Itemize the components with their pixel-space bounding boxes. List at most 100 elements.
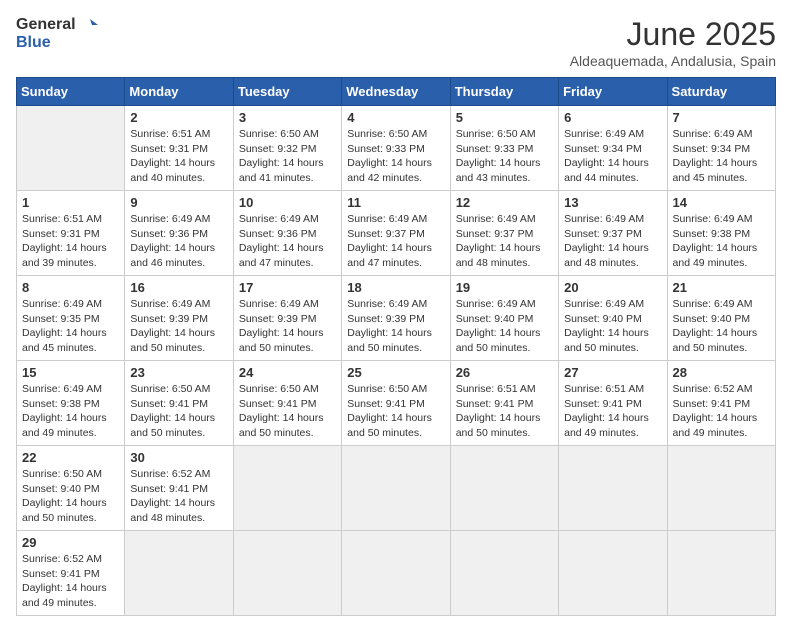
table-row: 26 Sunrise: 6:51 AMSunset: 9:41 PMDaylig… <box>450 361 558 446</box>
day-info: Sunrise: 6:51 AMSunset: 9:31 PMDaylight:… <box>130 128 215 184</box>
day-number: 27 <box>564 365 661 380</box>
table-row: 15 Sunrise: 6:49 AMSunset: 9:38 PMDaylig… <box>17 361 125 446</box>
day-info: Sunrise: 6:50 AMSunset: 9:41 PMDaylight:… <box>130 383 215 439</box>
logo-text: General Blue <box>16 16 98 51</box>
table-row: 16 Sunrise: 6:49 AMSunset: 9:39 PMDaylig… <box>125 276 233 361</box>
col-monday: Monday <box>125 78 233 106</box>
day-number: 30 <box>130 450 227 465</box>
table-row: 1 Sunrise: 6:51 AMSunset: 9:31 PMDayligh… <box>17 191 125 276</box>
table-row <box>17 106 125 191</box>
table-row: 27 Sunrise: 6:51 AMSunset: 9:41 PMDaylig… <box>559 361 667 446</box>
day-number: 16 <box>130 280 227 295</box>
day-number: 23 <box>130 365 227 380</box>
title-area: June 2025 Aldeaquemada, Andalusia, Spain <box>570 16 776 69</box>
day-info: Sunrise: 6:52 AMSunset: 9:41 PMDaylight:… <box>130 468 215 524</box>
day-number: 15 <box>22 365 119 380</box>
col-sunday: Sunday <box>17 78 125 106</box>
day-info: Sunrise: 6:52 AMSunset: 9:41 PMDaylight:… <box>673 383 758 439</box>
table-row <box>233 446 341 531</box>
day-number: 9 <box>130 195 227 210</box>
table-row <box>667 446 775 531</box>
day-info: Sunrise: 6:50 AMSunset: 9:33 PMDaylight:… <box>456 128 541 184</box>
logo-general: General <box>16 16 76 33</box>
day-info: Sunrise: 6:50 AMSunset: 9:41 PMDaylight:… <box>239 383 324 439</box>
day-number: 20 <box>564 280 661 295</box>
day-info: Sunrise: 6:49 AMSunset: 9:40 PMDaylight:… <box>564 298 649 354</box>
day-number: 22 <box>22 450 119 465</box>
calendar-subtitle: Aldeaquemada, Andalusia, Spain <box>570 53 776 69</box>
table-row: 28 Sunrise: 6:52 AMSunset: 9:41 PMDaylig… <box>667 361 775 446</box>
calendar-week-row: 22 Sunrise: 6:50 AMSunset: 9:40 PMDaylig… <box>17 446 776 531</box>
logo-bird-icon <box>82 17 98 33</box>
calendar-table: Sunday Monday Tuesday Wednesday Thursday… <box>16 77 776 616</box>
table-row: 23 Sunrise: 6:50 AMSunset: 9:41 PMDaylig… <box>125 361 233 446</box>
day-number: 26 <box>456 365 553 380</box>
day-info: Sunrise: 6:49 AMSunset: 9:36 PMDaylight:… <box>239 213 324 269</box>
table-row: 12 Sunrise: 6:49 AMSunset: 9:37 PMDaylig… <box>450 191 558 276</box>
table-row: 2 Sunrise: 6:51 AMSunset: 9:31 PMDayligh… <box>125 106 233 191</box>
day-number: 1 <box>22 195 119 210</box>
col-saturday: Saturday <box>667 78 775 106</box>
day-number: 8 <box>22 280 119 295</box>
day-number: 28 <box>673 365 770 380</box>
day-number: 13 <box>564 195 661 210</box>
table-row: 5 Sunrise: 6:50 AMSunset: 9:33 PMDayligh… <box>450 106 558 191</box>
day-info: Sunrise: 6:51 AMSunset: 9:41 PMDaylight:… <box>456 383 541 439</box>
day-number: 25 <box>347 365 444 380</box>
table-row: 6 Sunrise: 6:49 AMSunset: 9:34 PMDayligh… <box>559 106 667 191</box>
day-number: 19 <box>456 280 553 295</box>
day-info: Sunrise: 6:49 AMSunset: 9:35 PMDaylight:… <box>22 298 107 354</box>
table-row: 19 Sunrise: 6:49 AMSunset: 9:40 PMDaylig… <box>450 276 558 361</box>
table-row <box>450 446 558 531</box>
col-wednesday: Wednesday <box>342 78 450 106</box>
day-number: 17 <box>239 280 336 295</box>
day-number: 10 <box>239 195 336 210</box>
table-row: 20 Sunrise: 6:49 AMSunset: 9:40 PMDaylig… <box>559 276 667 361</box>
day-number: 3 <box>239 110 336 125</box>
table-row: 30 Sunrise: 6:52 AMSunset: 9:41 PMDaylig… <box>125 446 233 531</box>
calendar-header-row: Sunday Monday Tuesday Wednesday Thursday… <box>17 78 776 106</box>
table-row <box>342 531 450 616</box>
table-row: 22 Sunrise: 6:50 AMSunset: 9:40 PMDaylig… <box>17 446 125 531</box>
day-info: Sunrise: 6:50 AMSunset: 9:32 PMDaylight:… <box>239 128 324 184</box>
table-row: 11 Sunrise: 6:49 AMSunset: 9:37 PMDaylig… <box>342 191 450 276</box>
day-number: 2 <box>130 110 227 125</box>
calendar-week-row: 29 Sunrise: 6:52 AMSunset: 9:41 PMDaylig… <box>17 531 776 616</box>
table-row: 4 Sunrise: 6:50 AMSunset: 9:33 PMDayligh… <box>342 106 450 191</box>
logo-blue: Blue <box>16 34 51 51</box>
day-info: Sunrise: 6:49 AMSunset: 9:40 PMDaylight:… <box>456 298 541 354</box>
day-info: Sunrise: 6:52 AMSunset: 9:41 PMDaylight:… <box>22 553 107 609</box>
day-number: 24 <box>239 365 336 380</box>
calendar-title: June 2025 <box>570 16 776 53</box>
table-row: 29 Sunrise: 6:52 AMSunset: 9:41 PMDaylig… <box>17 531 125 616</box>
day-info: Sunrise: 6:49 AMSunset: 9:38 PMDaylight:… <box>673 213 758 269</box>
day-info: Sunrise: 6:49 AMSunset: 9:38 PMDaylight:… <box>22 383 107 439</box>
table-row: 14 Sunrise: 6:49 AMSunset: 9:38 PMDaylig… <box>667 191 775 276</box>
day-info: Sunrise: 6:49 AMSunset: 9:39 PMDaylight:… <box>347 298 432 354</box>
day-number: 11 <box>347 195 444 210</box>
day-info: Sunrise: 6:49 AMSunset: 9:37 PMDaylight:… <box>564 213 649 269</box>
table-row <box>342 446 450 531</box>
table-row <box>233 531 341 616</box>
table-row: 8 Sunrise: 6:49 AMSunset: 9:35 PMDayligh… <box>17 276 125 361</box>
day-info: Sunrise: 6:49 AMSunset: 9:34 PMDaylight:… <box>673 128 758 184</box>
day-info: Sunrise: 6:50 AMSunset: 9:41 PMDaylight:… <box>347 383 432 439</box>
day-info: Sunrise: 6:49 AMSunset: 9:34 PMDaylight:… <box>564 128 649 184</box>
day-info: Sunrise: 6:50 AMSunset: 9:33 PMDaylight:… <box>347 128 432 184</box>
day-number: 18 <box>347 280 444 295</box>
table-row <box>667 531 775 616</box>
col-thursday: Thursday <box>450 78 558 106</box>
table-row: 3 Sunrise: 6:50 AMSunset: 9:32 PMDayligh… <box>233 106 341 191</box>
table-row: 24 Sunrise: 6:50 AMSunset: 9:41 PMDaylig… <box>233 361 341 446</box>
table-row: 10 Sunrise: 6:49 AMSunset: 9:36 PMDaylig… <box>233 191 341 276</box>
col-tuesday: Tuesday <box>233 78 341 106</box>
calendar-week-row: 15 Sunrise: 6:49 AMSunset: 9:38 PMDaylig… <box>17 361 776 446</box>
page-header: General Blue June 2025 Aldeaquemada, And… <box>16 16 776 69</box>
day-info: Sunrise: 6:49 AMSunset: 9:37 PMDaylight:… <box>347 213 432 269</box>
day-info: Sunrise: 6:49 AMSunset: 9:40 PMDaylight:… <box>673 298 758 354</box>
day-number: 29 <box>22 535 119 550</box>
day-number: 14 <box>673 195 770 210</box>
col-friday: Friday <box>559 78 667 106</box>
table-row <box>450 531 558 616</box>
table-row: 25 Sunrise: 6:50 AMSunset: 9:41 PMDaylig… <box>342 361 450 446</box>
